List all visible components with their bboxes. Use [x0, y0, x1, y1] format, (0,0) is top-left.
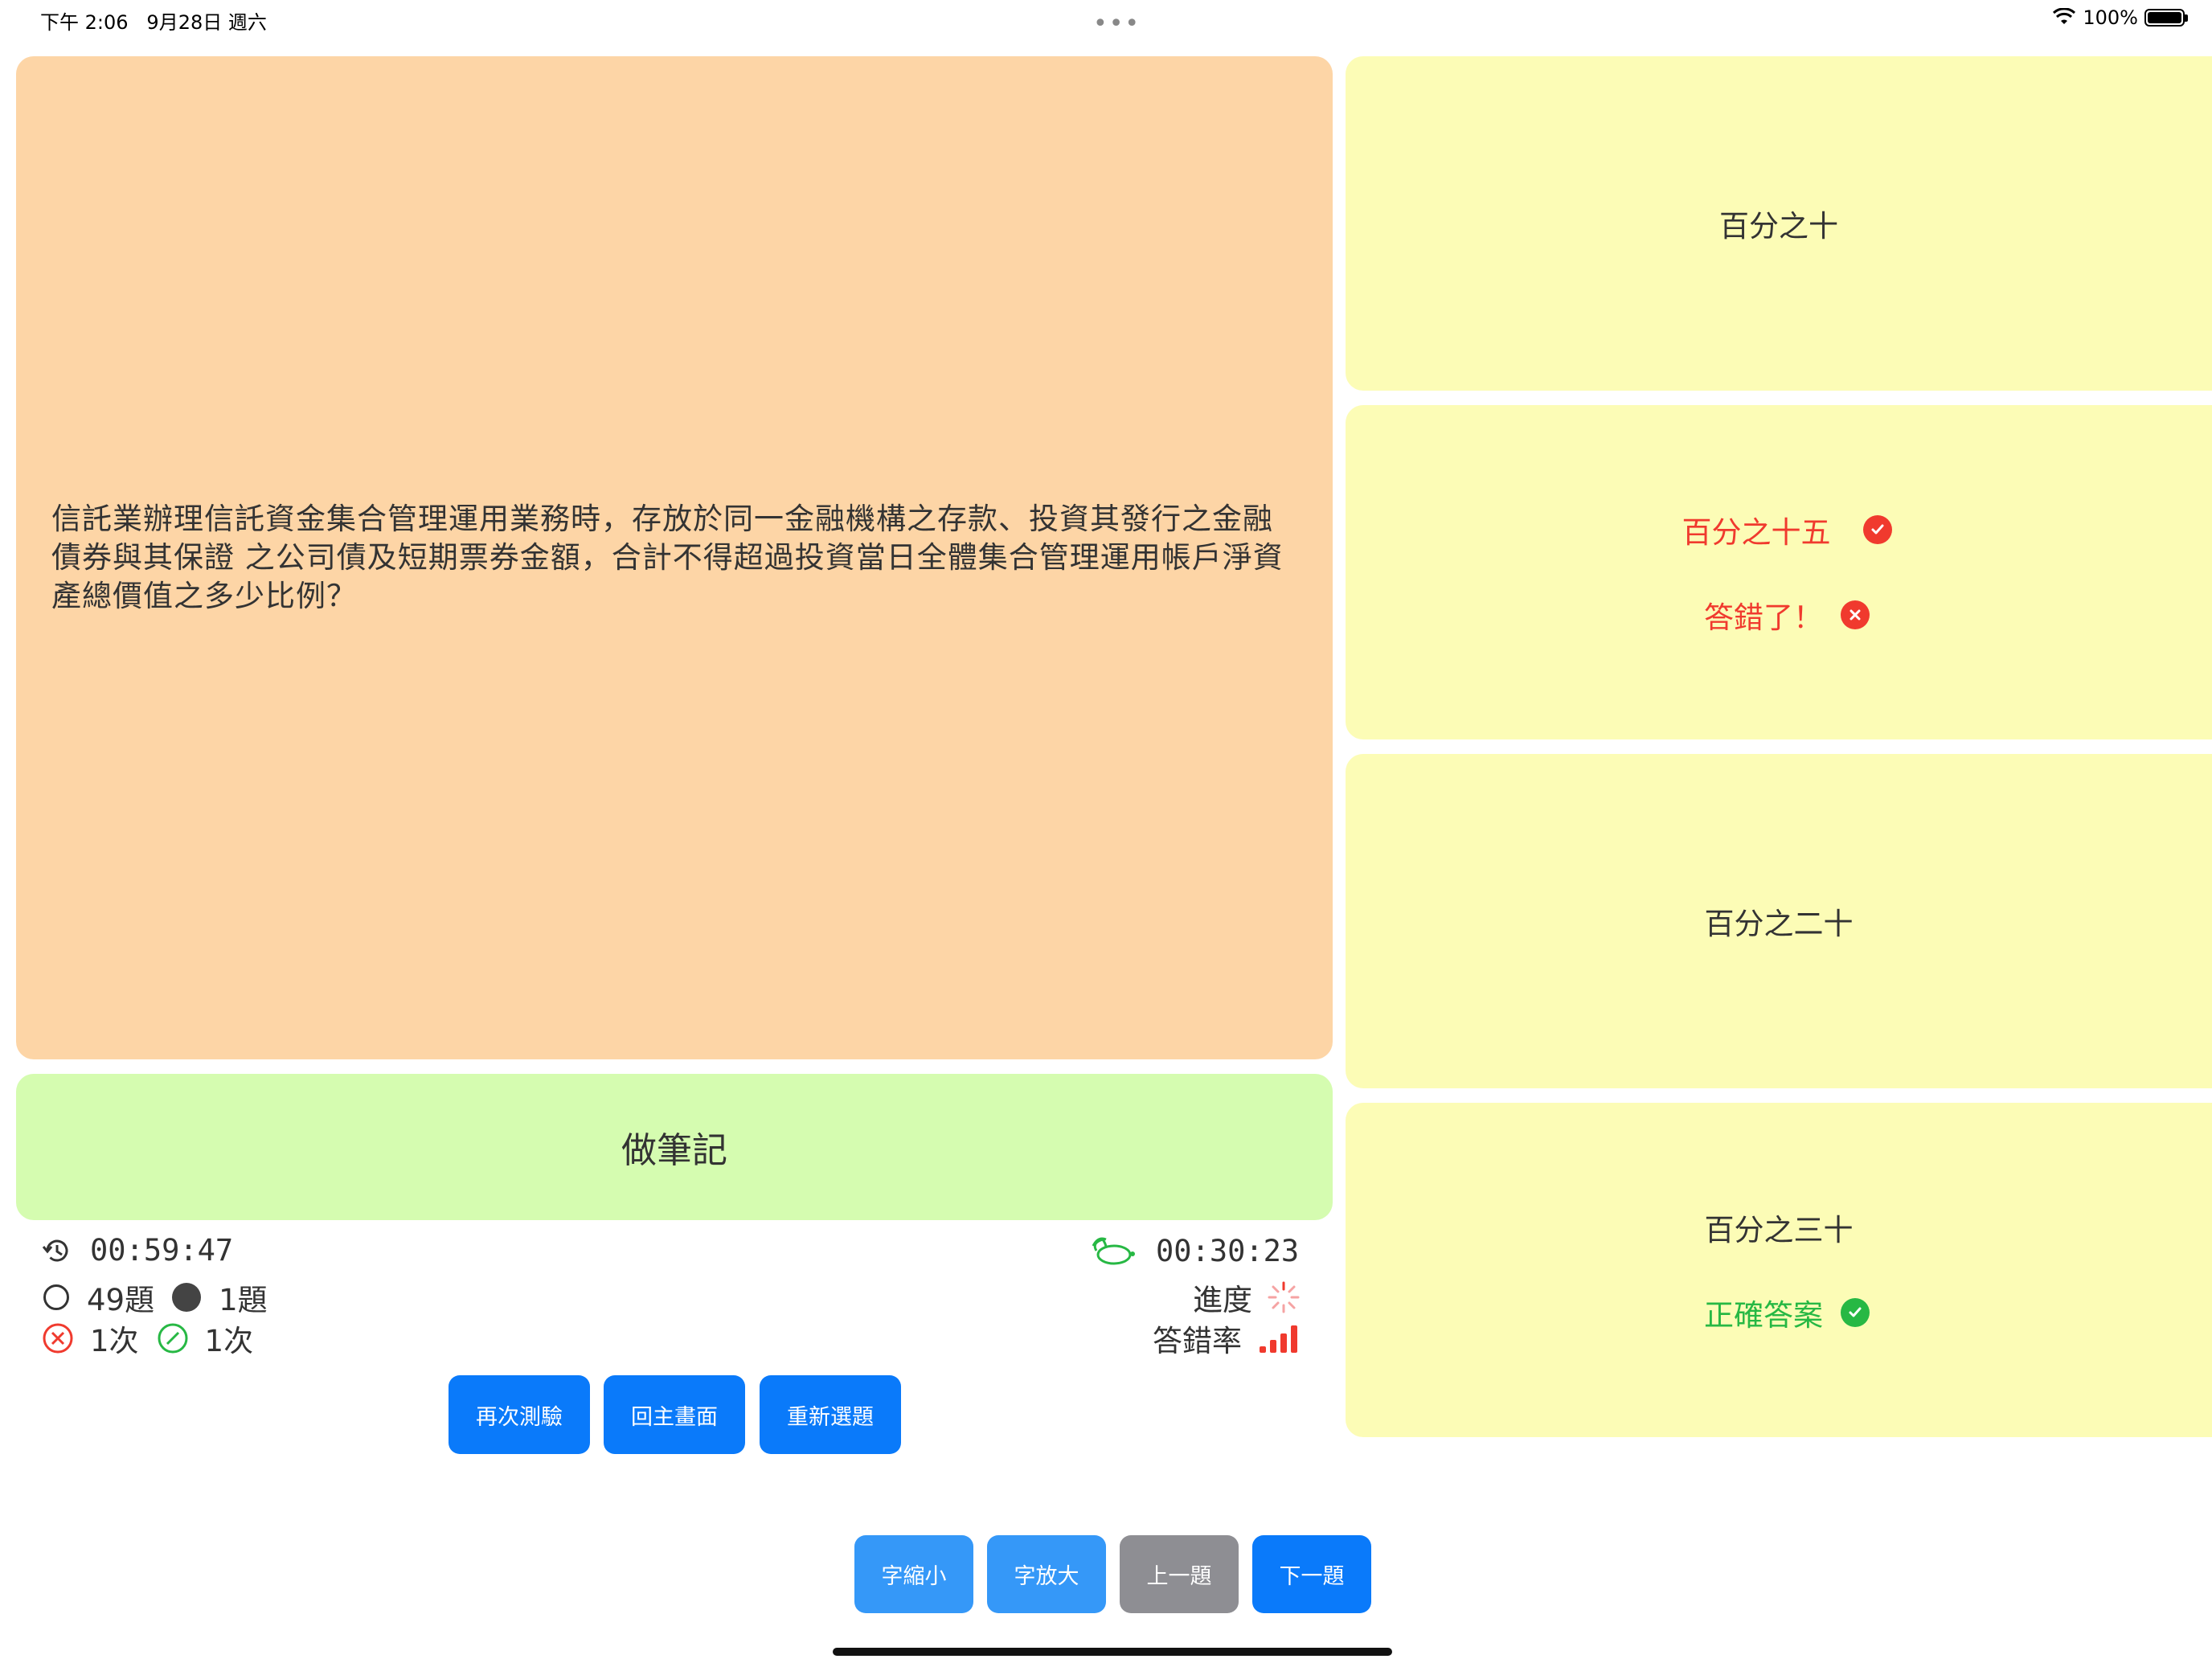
rabbit-time-row: 00:30:23 [1090, 1233, 1299, 1268]
error-rate-label: 答錯率 [1153, 1324, 1242, 1358]
next-question-button[interactable]: 下一題 [1252, 1535, 1371, 1613]
battery-icon [2144, 9, 2188, 27]
question-card: 信託業辦理信託資金集合管理運用業務時，存放於同一金融機構之存款、投資其發行之金融… [16, 56, 1333, 1059]
history-clock-icon [42, 1239, 68, 1261]
retest-button[interactable]: 再次測驗 [449, 1375, 590, 1454]
home-indicator[interactable] [833, 1648, 1392, 1656]
unanswered-count: 49題 [87, 1283, 155, 1317]
font-larger-button[interactable]: 字放大 [987, 1535, 1106, 1613]
answered-count: 1題 [219, 1283, 268, 1317]
selected-check-icon [1862, 515, 1892, 544]
battery-percent: 100% [2083, 6, 2138, 29]
answer-option-text: 百分之二十 [1704, 907, 1854, 941]
question-count-row: 49題 1題 [43, 1276, 268, 1319]
font-larger-label: 字放大 [1014, 1564, 1079, 1589]
answer-option-1[interactable]: 百分之十 [1346, 56, 2212, 391]
prev-question-button[interactable]: 上一題 [1120, 1535, 1239, 1613]
progress-spinner-icon [1268, 1281, 1300, 1313]
correct-feedback-text: 正確答案 [1704, 1298, 1823, 1333]
status-date: 9月28日 週六 [146, 11, 267, 34]
home-button[interactable]: 回主畫面 [604, 1375, 745, 1454]
unanswered-circle-icon [43, 1284, 69, 1310]
next-question-label: 下一題 [1279, 1564, 1345, 1589]
status-bar-datetime: 下午 2:06 9月28日 週六 [40, 6, 267, 35]
wrong-circle-icon [43, 1323, 73, 1354]
question-text: 信託業辦理信託資金集合管理運用業務時，存放於同一金融機構之存款、投資其發行之金融… [51, 502, 1284, 613]
correct-check-icon [1841, 1298, 1870, 1327]
take-note-label: 做筆記 [621, 1130, 727, 1171]
rabbit-time: 00:30:23 [1156, 1233, 1300, 1268]
home-label: 回主畫面 [631, 1404, 718, 1430]
multitasking-dots-icon[interactable]: ••• [1093, 10, 1141, 38]
wifi-icon [2053, 8, 2076, 24]
answer-option-text: 百分之十五 [1682, 515, 1831, 550]
answered-circle-icon [172, 1283, 202, 1312]
answer-option-3[interactable]: 百分之二十 [1346, 754, 2212, 1088]
answer-option-text: 百分之十 [1719, 209, 1838, 244]
progress-row: 進度 [1193, 1276, 1301, 1319]
wrong-count: 1次 [90, 1324, 139, 1358]
error-rate-bars-icon [1260, 1325, 1297, 1353]
answer-option-4[interactable]: 百分之三十 正確答案 [1346, 1103, 2212, 1437]
wrong-x-icon [1841, 600, 1870, 629]
correct-slash-circle-icon [158, 1323, 188, 1354]
status-time: 下午 2:06 [40, 11, 129, 34]
retest-label: 再次測驗 [476, 1404, 563, 1430]
elapsed-time-row: 00:59:47 [40, 1233, 233, 1268]
error-rate-row: 答錯率 [1153, 1317, 1301, 1360]
wrong-feedback-text: 答錯了！ [1704, 600, 1823, 635]
elapsed-time: 00:59:47 [90, 1233, 234, 1268]
reselect-button[interactable]: 重新選題 [760, 1375, 901, 1454]
font-smaller-button[interactable]: 字縮小 [854, 1535, 973, 1613]
attempts-row: 1次 1次 [42, 1317, 253, 1360]
take-note-button[interactable]: 做筆記 [16, 1074, 1333, 1220]
status-bar-right: 100% [2052, 6, 2188, 29]
correct-count: 1次 [204, 1324, 254, 1358]
answer-option-2[interactable]: 百分之十五 答錯了！ [1346, 405, 2212, 739]
answer-option-text: 百分之三十 [1704, 1213, 1854, 1247]
rabbit-icon [1092, 1237, 1135, 1265]
reselect-label: 重新選題 [787, 1404, 874, 1430]
font-smaller-label: 字縮小 [881, 1564, 947, 1589]
prev-question-label: 上一題 [1146, 1564, 1212, 1589]
progress-label: 進度 [1193, 1283, 1252, 1317]
